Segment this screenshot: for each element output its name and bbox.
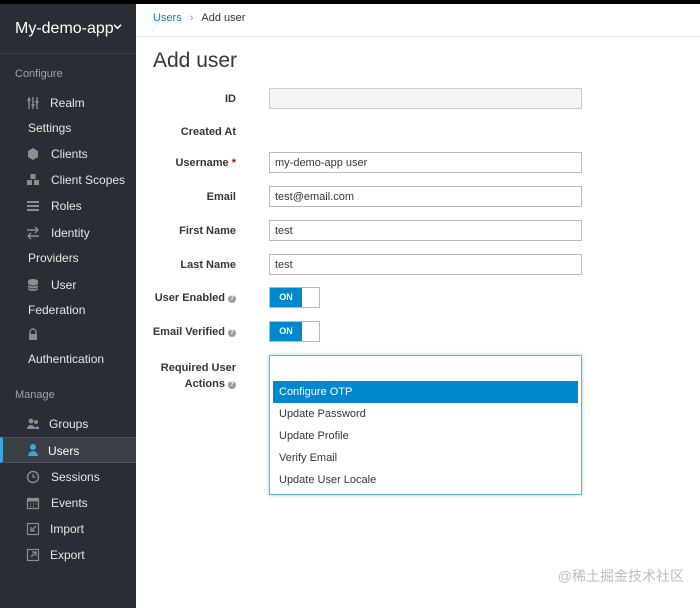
username-label-text: Username (175, 157, 229, 169)
sidebar-item-label: Realm (50, 96, 85, 110)
sidebar-item-label: Sessions (51, 470, 100, 484)
user-icon (28, 444, 38, 456)
option-verify-email[interactable]: Verify Email (273, 447, 578, 469)
required-actions-label-line1: Required User (160, 362, 236, 374)
export-icon (26, 548, 40, 562)
realm-selector[interactable]: My-demo-app (0, 4, 136, 54)
sidebar-item-label: Groups (49, 417, 89, 431)
chevron-down-icon (113, 24, 122, 30)
sidebar-item-users[interactable]: Users (0, 437, 136, 463)
email-verified-label-text: Email Verified (152, 326, 225, 338)
calendar-icon (26, 497, 40, 510)
sidebar-item-authentication[interactable]: Authentication (0, 326, 136, 370)
first-name-field[interactable] (269, 220, 582, 241)
sidebar-item-label: Export (50, 548, 85, 562)
page-title: Add user (153, 49, 238, 72)
option-update-password[interactable]: Update Password (273, 403, 578, 425)
option-configure-otp[interactable]: Configure OTP (273, 381, 578, 403)
sidebar-item-label: Settings (28, 121, 72, 135)
email-field[interactable] (269, 186, 582, 207)
id-label: ID (225, 93, 236, 105)
required-actions-label-line2: Actions (184, 378, 225, 390)
users-icon (27, 418, 39, 429)
manage-heading: Manage (15, 389, 55, 401)
sidebar-item-realm-settings[interactable]: Realm Settings (0, 92, 136, 138)
sidebar-item-label: Users (48, 444, 80, 458)
option-update-profile[interactable]: Update Profile (273, 425, 578, 447)
sidebar-item-user-federation[interactable]: User Federation (0, 274, 136, 320)
created-at-label: Created At (180, 126, 236, 138)
exchange-icon (27, 226, 39, 240)
last-name-field[interactable] (269, 254, 582, 275)
id-field[interactable] (269, 88, 582, 109)
sidebar-item-label: Import (50, 522, 85, 536)
lock-icon (29, 328, 37, 340)
email-label: Email (206, 191, 236, 203)
import-icon (26, 522, 40, 536)
sidebar-item-events[interactable]: Events (0, 493, 136, 513)
help-icon[interactable]: ? (228, 381, 236, 389)
realm-name: My-demo-app (15, 19, 114, 37)
sidebar-item-label: Identity (51, 226, 90, 240)
sidebar-item-export[interactable]: Export (0, 545, 136, 565)
watermark: @稀土掘金技术社区 (557, 568, 684, 584)
sidebar-item-label: Roles (51, 199, 82, 213)
email-verified-label: Email Verified? (153, 326, 236, 338)
sidebar-item-label: Client Scopes (51, 173, 126, 187)
sidebar-item-label: Authentication (28, 352, 105, 366)
main-content: Users › Add user Add user ID Created At Us… (136, 4, 700, 608)
sidebar: My-demo-app Configure Realm Settings Cli… (0, 4, 136, 608)
option-update-user-locale[interactable]: Update User Locale (273, 469, 578, 491)
sidebar-item-roles[interactable]: Roles (0, 196, 136, 216)
toggle-on-label: ON (270, 322, 302, 341)
sidebar-item-sessions[interactable]: Sessions (0, 467, 136, 487)
required-actions-select[interactable]: Configure OTP Update Password Update Pro… (269, 355, 582, 495)
last-name-label: Last Name (180, 259, 236, 271)
cubes-icon (27, 174, 39, 185)
clock-icon (26, 470, 40, 484)
sidebar-item-label: Providers (28, 251, 79, 265)
user-enabled-toggle[interactable]: ON (269, 287, 320, 308)
username-field[interactable] (269, 152, 582, 173)
username-label: Username * (175, 157, 236, 169)
sidebar-item-label: Federation (28, 303, 86, 317)
required-mark: * (231, 157, 236, 169)
help-icon[interactable]: ? (228, 295, 236, 303)
sidebar-item-groups[interactable]: Groups (0, 414, 136, 434)
database-icon (27, 279, 39, 291)
required-actions-label: Required User Actions? (161, 360, 236, 392)
sidebar-item-label: Clients (51, 147, 88, 161)
sidebar-item-identity-providers[interactable]: Identity Providers (0, 222, 136, 268)
header-divider (136, 36, 700, 37)
list-icon (27, 201, 39, 211)
user-enabled-label: User Enabled? (155, 292, 236, 304)
sidebar-item-import[interactable]: Import (0, 519, 136, 539)
sliders-icon (27, 97, 39, 109)
toggle-on-label: ON (270, 288, 302, 307)
configure-heading: Configure (15, 68, 63, 80)
breadcrumb-users-link[interactable]: Users (153, 12, 182, 24)
cube-icon (28, 148, 38, 160)
sidebar-item-client-scopes[interactable]: Client Scopes (0, 170, 136, 190)
breadcrumb: Users › Add user (153, 12, 245, 24)
breadcrumb-current: Add user (201, 12, 246, 24)
sidebar-item-label: Events (51, 496, 88, 510)
sidebar-item-clients[interactable]: Clients (0, 144, 136, 164)
first-name-label: First Name (179, 225, 236, 237)
sidebar-item-label: User (51, 278, 77, 292)
help-icon[interactable]: ? (228, 329, 236, 337)
breadcrumb-separator-icon: › (189, 12, 194, 24)
user-enabled-label-text: User Enabled (154, 292, 225, 304)
email-verified-toggle[interactable]: ON (269, 321, 320, 342)
